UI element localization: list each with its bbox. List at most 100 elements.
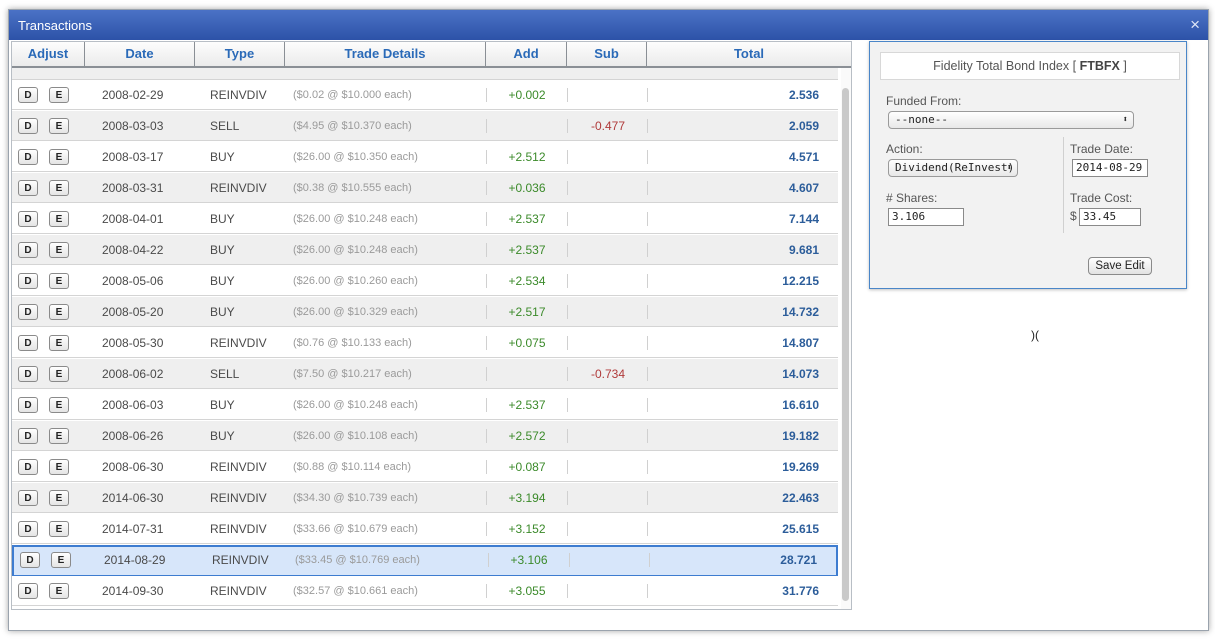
date-cell: 2014-09-30 xyxy=(102,584,164,598)
delete-button[interactable]: D xyxy=(18,87,38,103)
sub-cell xyxy=(567,274,648,288)
table-row[interactable]: D E 2008-05-30 REINVDIV ($0.76 @ $10.133 eac… xyxy=(12,328,838,358)
table-row[interactable]: D E 2008-03-03 SELL ($4.95 @ $10.370 each) -0… xyxy=(12,111,838,141)
total-cell: 2.059 xyxy=(788,119,819,133)
delete-button[interactable]: D xyxy=(18,366,38,382)
sub-cell xyxy=(567,181,648,195)
column-header-type[interactable]: Type xyxy=(195,42,285,66)
delete-button[interactable]: D xyxy=(18,211,38,227)
type-cell: BUY xyxy=(210,398,235,412)
column-divider xyxy=(647,336,649,350)
save-edit-button[interactable]: Save Edit xyxy=(1088,257,1152,275)
edit-button[interactable]: E xyxy=(49,87,69,103)
edit-button[interactable]: E xyxy=(49,428,69,444)
edit-button[interactable]: E xyxy=(49,118,69,134)
total-cell: 14.073 xyxy=(782,367,819,381)
edit-button[interactable]: E xyxy=(49,521,69,537)
delete-button[interactable]: D xyxy=(18,304,38,320)
add-cell: +3.055 xyxy=(486,584,567,598)
delete-button[interactable]: D xyxy=(18,521,38,537)
column-header-date[interactable]: Date xyxy=(85,42,195,66)
trade-details-cell: ($34.30 @ $10.739 each) xyxy=(293,492,418,504)
delete-button[interactable]: D xyxy=(18,118,38,134)
table-row[interactable]: D E 2008-05-20 BUY ($26.00 @ $10.329 each) +2… xyxy=(12,297,838,327)
column-header-trade-details[interactable]: Trade Details xyxy=(285,42,486,66)
action-select[interactable]: Dividend(ReInvest) ⬍ xyxy=(888,159,1018,177)
sub-cell: -0.734 xyxy=(567,367,648,381)
edit-button[interactable]: E xyxy=(49,583,69,599)
add-cell: +0.075 xyxy=(486,336,567,350)
edit-button[interactable]: E xyxy=(49,459,69,475)
edit-button[interactable]: E xyxy=(51,552,71,568)
delete-button[interactable]: D xyxy=(18,459,38,475)
delete-button[interactable]: D xyxy=(18,397,38,413)
edit-button[interactable]: E xyxy=(49,366,69,382)
delete-button[interactable]: D xyxy=(18,149,38,165)
edit-button[interactable]: E xyxy=(49,273,69,289)
edit-button[interactable]: E xyxy=(49,149,69,165)
delete-button[interactable]: D xyxy=(18,273,38,289)
vertical-scrollbar[interactable] xyxy=(841,68,851,609)
delete-button[interactable]: D xyxy=(18,583,38,599)
delete-button[interactable]: D xyxy=(18,428,38,444)
add-cell xyxy=(486,367,567,381)
delete-button[interactable]: D xyxy=(18,335,38,351)
add-cell: +2.537 xyxy=(486,398,567,412)
edit-button[interactable]: E xyxy=(49,490,69,506)
add-cell: +2.512 xyxy=(486,150,567,164)
column-header-adjust[interactable]: Adjust xyxy=(12,42,85,66)
table-row[interactable]: D E 2008-02-29 REINVDIV ($0.02 @ $10.000 eac… xyxy=(12,80,838,110)
fund-title: Fidelity Total Bond Index [ FTBFX ] xyxy=(880,52,1180,80)
column-divider xyxy=(647,398,649,412)
delete-button[interactable]: D xyxy=(18,180,38,196)
column-divider xyxy=(647,305,649,319)
add-cell: +2.537 xyxy=(486,243,567,257)
trade-date-label: Trade Date: xyxy=(1070,142,1133,156)
column-header-add[interactable]: Add xyxy=(486,42,567,66)
total-cell: 2.536 xyxy=(788,88,819,102)
edit-button[interactable]: E xyxy=(49,180,69,196)
edit-button[interactable]: E xyxy=(49,304,69,320)
table-row[interactable]: D E 2008-04-22 BUY ($26.00 @ $10.248 each) +2… xyxy=(12,235,838,265)
table-row[interactable]: D E 2014-09-30 REINVDIV ($32.57 @ $10.661 ea… xyxy=(12,576,838,606)
edit-button[interactable]: E xyxy=(49,397,69,413)
delete-button[interactable]: D xyxy=(18,490,38,506)
trade-details-cell: ($0.76 @ $10.133 each) xyxy=(293,337,412,349)
add-cell: +0.087 xyxy=(486,460,567,474)
trade-details-cell: ($26.00 @ $10.108 each) xyxy=(293,430,418,442)
table-row[interactable]: D E 2008-06-30 REINVDIV ($0.88 @ $10.114 eac… xyxy=(12,452,838,482)
funded-from-select[interactable]: --none-- ⬍ xyxy=(888,111,1134,129)
table-row[interactable]: D E 2008-05-06 BUY ($26.00 @ $10.260 each) +2… xyxy=(12,266,838,296)
trade-date-input[interactable]: 2014-08-29 xyxy=(1072,159,1148,177)
table-row[interactable]: D E 2014-06-30 REINVDIV ($34.30 @ $10.739 ea… xyxy=(12,483,838,513)
trade-details-cell: ($32.57 @ $10.661 each) xyxy=(293,585,418,597)
table-row-selected[interactable]: D E 2014-08-29 REINVDIV ($33.45 @ $10.769 ea… xyxy=(12,545,838,577)
sub-cell xyxy=(567,88,648,102)
edit-button[interactable]: E xyxy=(49,242,69,258)
edit-button[interactable]: E xyxy=(49,211,69,227)
total-cell: 14.807 xyxy=(782,336,819,350)
scrollbar-thumb[interactable] xyxy=(842,88,849,601)
action-value: Dividend(ReInvest) xyxy=(895,161,1015,174)
type-cell: REINVDIV xyxy=(210,336,267,350)
table-row[interactable]: D E 2008-04-01 BUY ($26.00 @ $10.248 each) +2… xyxy=(12,204,838,234)
total-cell: 19.269 xyxy=(782,460,819,474)
delete-button[interactable]: D xyxy=(20,552,40,568)
trade-details-cell: ($7.50 @ $10.217 each) xyxy=(293,368,412,380)
add-cell: +3.106 xyxy=(488,553,569,567)
table-row[interactable]: D E 2014-07-31 REINVDIV ($33.66 @ $10.679 ea… xyxy=(12,514,838,544)
table-row[interactable]: D E 2008-03-17 BUY ($26.00 @ $10.350 each) +2… xyxy=(12,142,838,172)
table-row[interactable]: D E 2008-03-31 REINVDIV ($0.38 @ $10.555 eac… xyxy=(12,173,838,203)
table-row[interactable]: D E 2008-06-26 BUY ($26.00 @ $10.108 each) +2… xyxy=(12,421,838,451)
column-header-total[interactable]: Total xyxy=(647,42,851,66)
table-row[interactable]: D E 2008-06-02 SELL ($7.50 @ $10.217 each) -0… xyxy=(12,359,838,389)
close-icon[interactable]: × xyxy=(1190,15,1200,35)
edit-button[interactable]: E xyxy=(49,335,69,351)
column-header-sub[interactable]: Sub xyxy=(567,42,647,66)
column-divider xyxy=(647,119,649,133)
trade-cost-input[interactable]: 33.45 xyxy=(1079,208,1141,226)
delete-button[interactable]: D xyxy=(18,242,38,258)
shares-input[interactable]: 3.106 xyxy=(888,208,964,226)
table-row[interactable]: D E 2008-06-03 BUY ($26.00 @ $10.248 each) +2… xyxy=(12,390,838,420)
fund-symbol: FTBFX xyxy=(1079,59,1120,73)
